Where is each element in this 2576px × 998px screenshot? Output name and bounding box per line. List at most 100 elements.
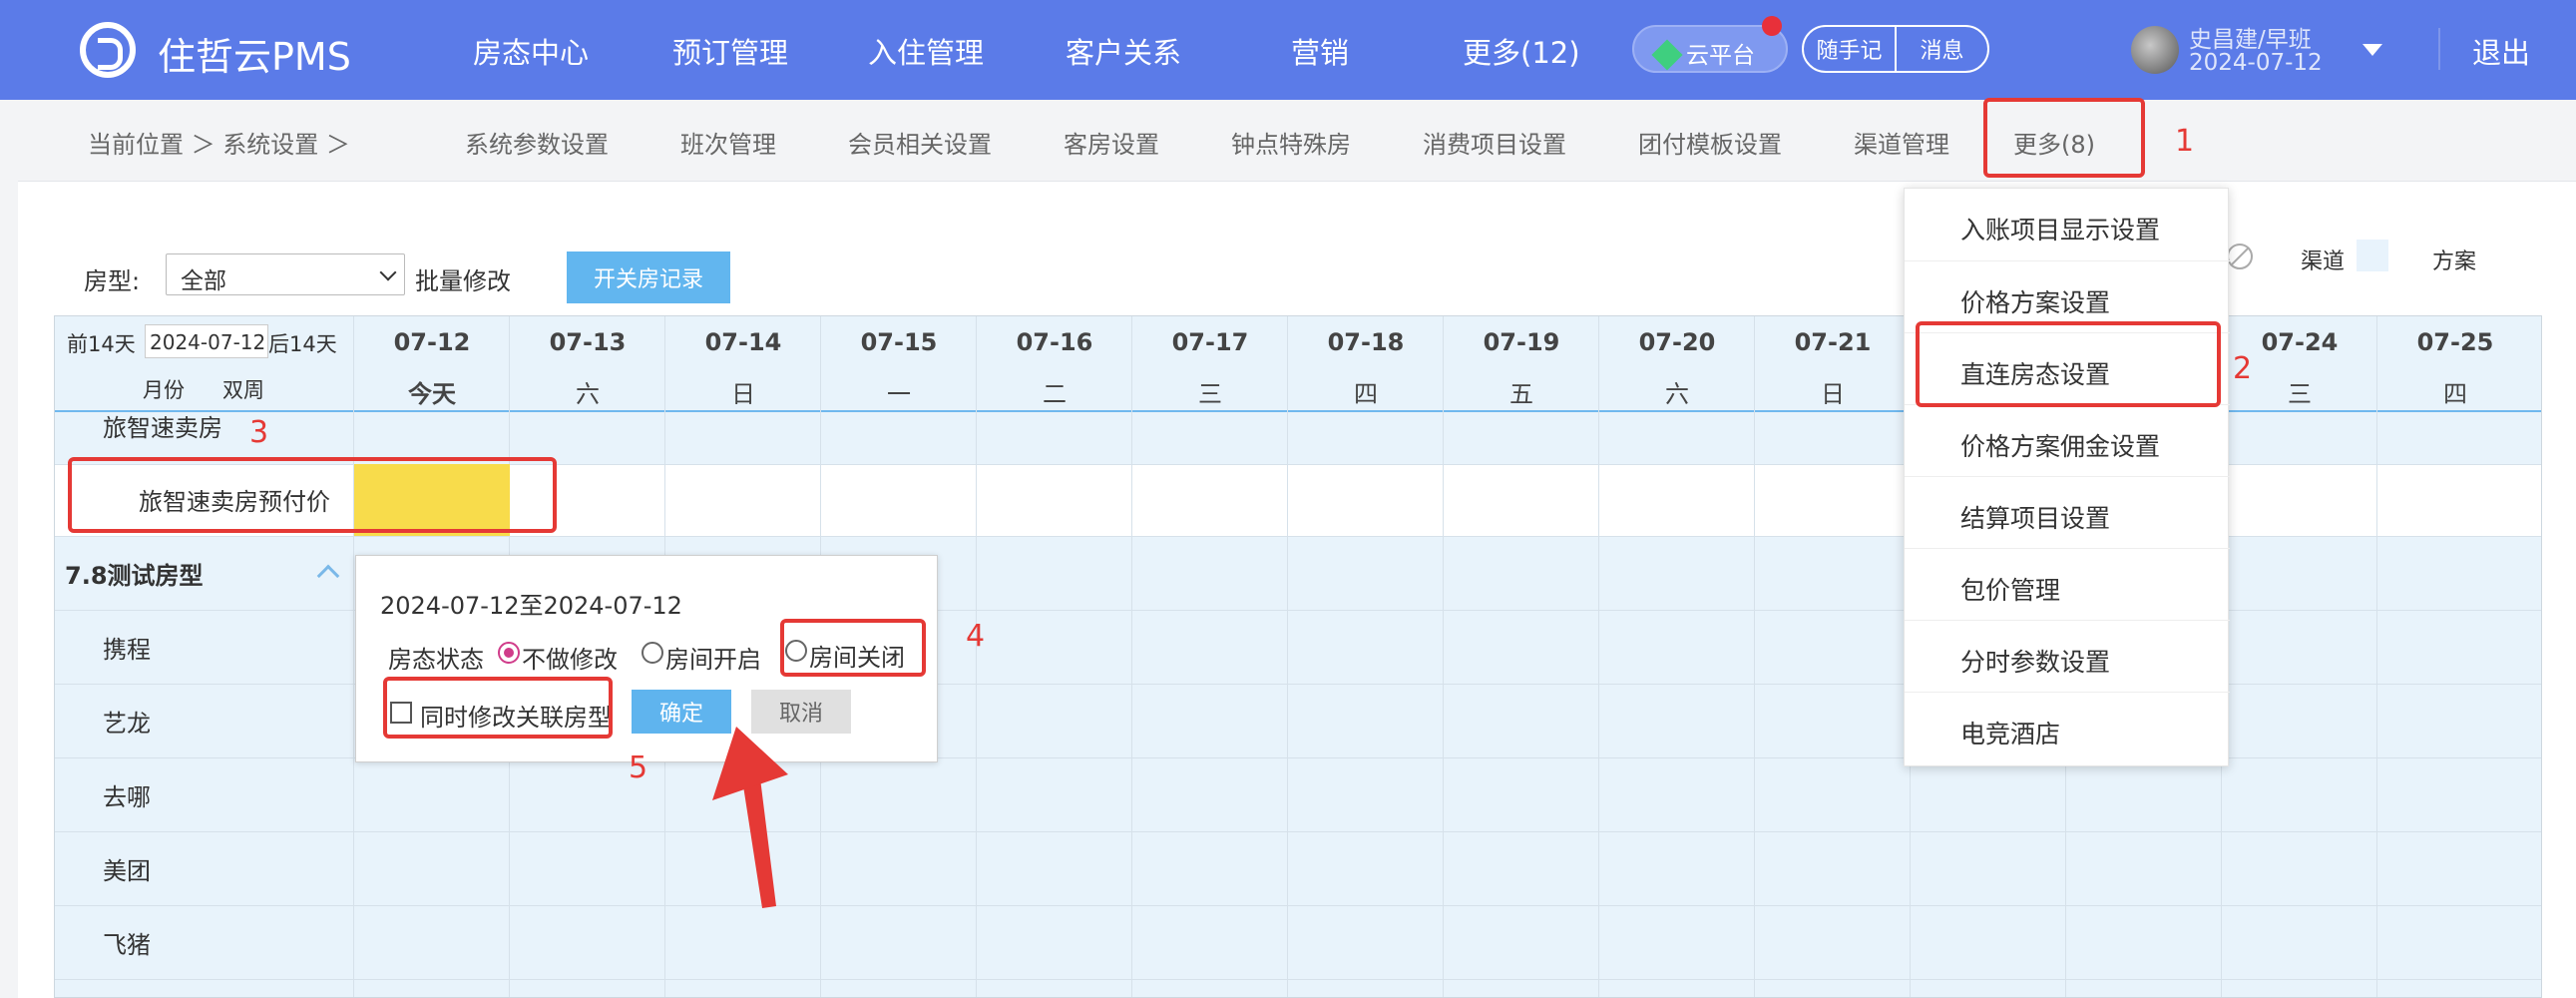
subnav-member[interactable]: 会员相关设置 xyxy=(848,125,992,160)
memo-button[interactable]: 随手记 xyxy=(1804,27,1895,71)
legend-channel: 渠道 xyxy=(2301,250,2346,274)
row-divider xyxy=(55,905,2541,906)
annotation-5: 5 xyxy=(629,750,648,785)
weekday-header: 五 xyxy=(1509,380,1533,408)
date-header: 07-14 xyxy=(704,328,782,356)
dropdown-item[interactable]: 分时参数设置 xyxy=(1905,620,2230,692)
highlight-row xyxy=(68,457,557,533)
room-record-button[interactable]: 开关房记录 xyxy=(567,251,730,303)
date-header: 07-18 xyxy=(1327,328,1405,356)
row-label: 飞猪 xyxy=(103,931,151,959)
status-label: 房态状态 xyxy=(388,646,484,674)
message-button[interactable]: 消息 xyxy=(1895,27,1987,71)
row-label: 艺龙 xyxy=(103,710,151,738)
weekday-header: 六 xyxy=(1665,380,1689,408)
col-divider xyxy=(1754,316,1755,997)
col-divider xyxy=(353,316,354,997)
room-type-label: 房型: xyxy=(84,267,141,295)
weekday-header: 日 xyxy=(731,380,755,408)
row-label: 携程 xyxy=(103,636,151,664)
weekday-header: 日 xyxy=(1821,380,1845,408)
subnav-system-params[interactable]: 系统参数设置 xyxy=(465,125,609,160)
date-header: 07-19 xyxy=(1483,328,1560,356)
breadcrumb: 当前位置 ＞ 系统设置 ＞ xyxy=(88,131,350,159)
weekday-header: 今天 xyxy=(408,380,456,408)
weekday-header: 四 xyxy=(1354,380,1378,408)
nav-room-status[interactable]: 房态中心 xyxy=(473,30,589,72)
memo-message-group: 随手记 消息 xyxy=(1802,25,1989,73)
radio-open[interactable] xyxy=(642,642,663,664)
radio-nochange-label[interactable]: 不做修改 xyxy=(522,640,618,675)
date-header: 07-12 xyxy=(393,328,471,356)
date-header: 07-16 xyxy=(1016,328,1093,356)
subnav-room[interactable]: 客房设置 xyxy=(1064,125,1159,160)
col-divider xyxy=(1598,316,1599,997)
subnav-group-pay[interactable]: 团付模板设置 xyxy=(1638,125,1782,160)
annotation-2: 2 xyxy=(2233,351,2253,386)
weekday-header: 一 xyxy=(887,380,911,408)
subnav-consumption[interactable]: 消费项目设置 xyxy=(1423,125,1566,160)
room-type-select[interactable]: 全部 xyxy=(166,253,405,295)
row-label: 去哪 xyxy=(103,783,151,811)
next-14-days-button[interactable]: 后14天 xyxy=(268,328,337,358)
date-header: 07-25 xyxy=(2416,328,2494,356)
dropdown-item[interactable]: 电竞酒店 xyxy=(1905,692,2230,763)
top-bar: 住哲云PMS 房态中心 预订管理 入住管理 客户关系 营销 更多(12) 云平台… xyxy=(0,0,2576,100)
highlight-more xyxy=(1983,98,2145,178)
cloud-label: 云平台 xyxy=(1686,43,1755,69)
dropdown-item[interactable]: 包价管理 xyxy=(1905,548,2230,620)
cube-icon xyxy=(1651,39,1683,71)
dropdown-item[interactable]: 价格方案佣金设置 xyxy=(1905,404,2230,476)
legend-plan: 方案 xyxy=(2432,250,2477,274)
ban-icon xyxy=(2227,244,2253,269)
prev-14-days-button[interactable]: 前14天 xyxy=(67,328,136,358)
nav-marketing[interactable]: 营销 xyxy=(1291,30,1349,72)
date-header: 07-13 xyxy=(549,328,627,356)
date-input[interactable]: 2024-07-12 xyxy=(145,324,268,358)
user-name: 史昌建/早班 xyxy=(2189,27,2312,53)
subnav-channel[interactable]: 渠道管理 xyxy=(1854,125,1949,160)
weekday-header: 六 xyxy=(576,380,600,408)
arrow-icon xyxy=(712,727,788,908)
row-divider xyxy=(55,979,2541,980)
room-type-value: 全部 xyxy=(181,268,226,294)
radio-open-label[interactable]: 房间开启 xyxy=(665,640,761,675)
avatar[interactable] xyxy=(2131,26,2179,74)
radio-nochange[interactable] xyxy=(498,642,520,664)
date-header: 07-21 xyxy=(1794,328,1872,356)
weekday-header: 四 xyxy=(2443,380,2467,408)
dropdown-item[interactable]: 入账项目显示设置 xyxy=(1905,189,2230,260)
nav-booking[interactable]: 预订管理 xyxy=(672,30,788,72)
row-divider xyxy=(55,831,2541,832)
more-dropdown: 入账项目显示设置 价格方案设置 直连房态设置 价格方案佣金设置 结算项目设置 包… xyxy=(1904,188,2230,766)
col-divider xyxy=(976,316,977,997)
subnav-hourly[interactable]: 钟点特殊房 xyxy=(1231,125,1351,160)
annotation-1: 1 xyxy=(2175,124,2195,159)
subnav-shift[interactable]: 班次管理 xyxy=(680,125,776,160)
nav-more[interactable]: 更多(12) xyxy=(1463,30,1580,72)
col-divider xyxy=(1443,316,1444,997)
highlight-direct-status xyxy=(1916,321,2221,407)
highlight-linked xyxy=(383,677,613,739)
legend-swatch xyxy=(2357,240,2388,271)
month-view-button[interactable]: 月份 xyxy=(143,374,185,404)
group-label[interactable]: 7.8测试房型 xyxy=(65,556,204,591)
nav-customers[interactable]: 客户关系 xyxy=(1066,30,1181,72)
biweek-view-button[interactable]: 双周 xyxy=(222,374,264,404)
col-divider xyxy=(1287,316,1288,997)
popup-date-range: 2024-07-12至2024-07-12 xyxy=(380,592,682,620)
highlight-close xyxy=(780,619,926,677)
dropdown-item[interactable]: 结算项目设置 xyxy=(1905,476,2230,548)
annotation-3: 3 xyxy=(249,415,269,450)
col-divider xyxy=(2376,316,2377,997)
date-header: 07-17 xyxy=(1171,328,1249,356)
date-header: 07-20 xyxy=(1638,328,1716,356)
logout-button[interactable]: 退出 xyxy=(2472,30,2530,72)
user-date: 2024-07-12 xyxy=(2189,50,2323,76)
chevron-down-icon[interactable] xyxy=(2362,44,2382,56)
app-name: 住哲云PMS xyxy=(158,35,351,79)
nav-checkin[interactable]: 入住管理 xyxy=(868,30,984,72)
col-divider xyxy=(1131,316,1132,997)
date-header: 07-15 xyxy=(860,328,938,356)
batch-edit-label[interactable]: 批量修改 xyxy=(415,261,511,296)
